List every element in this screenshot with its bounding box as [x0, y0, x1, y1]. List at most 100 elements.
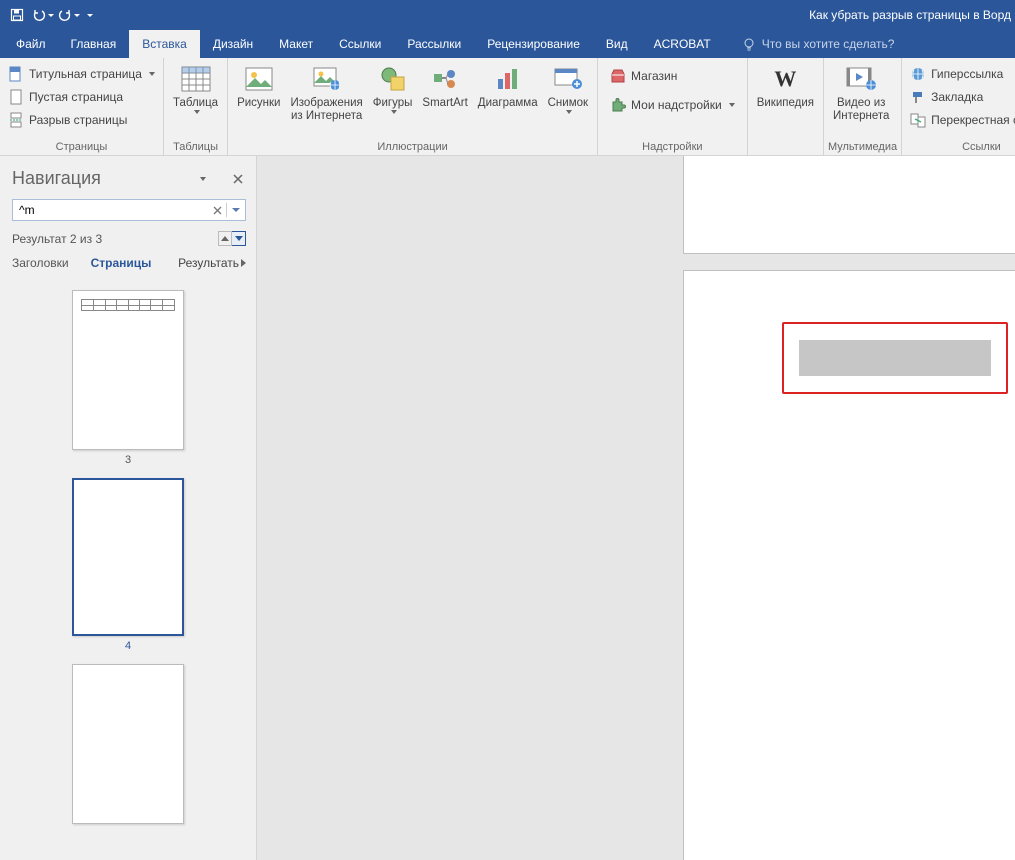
smartart-label: SmartArt — [422, 97, 467, 110]
thumbnail-table-preview — [81, 299, 175, 311]
bookmark-icon — [910, 89, 926, 105]
pane-menu-button[interactable] — [194, 171, 210, 187]
ribbon-group-wikipedia: W Википедия — [748, 58, 824, 155]
ribbon-group-tables: Таблица Таблицы — [164, 58, 228, 155]
page-break-label: Разрыв страницы — [29, 113, 127, 127]
page-thumbnail[interactable] — [72, 290, 184, 450]
navigation-title: Навигация — [12, 168, 190, 189]
document-area[interactable] — [257, 156, 1015, 860]
group-label-illustrations: Иллюстрации — [232, 140, 593, 155]
tab-layout[interactable]: Макет — [266, 30, 326, 58]
page-thumbnail[interactable] — [72, 478, 184, 636]
cross-reference-button[interactable]: Перекрестная ссылка — [906, 109, 1015, 130]
ribbon-tabs: Файл Главная Вставка Дизайн Макет Ссылки… — [0, 30, 1015, 58]
nav-tab-headings[interactable]: Заголовки — [12, 256, 69, 270]
tab-view[interactable]: Вид — [593, 30, 641, 58]
bookmark-button[interactable]: Закладка — [906, 86, 1015, 107]
thumbnail-page-number: 4 — [125, 640, 131, 652]
next-result-button[interactable] — [232, 231, 246, 246]
ribbon-group-addins: Магазин Мои надстройки Надстройки — [598, 58, 748, 155]
pictures-button[interactable]: Рисунки — [232, 61, 285, 110]
wikipedia-icon: W — [769, 63, 801, 95]
pictures-label: Рисунки — [237, 97, 280, 110]
page-thumbnail[interactable] — [72, 664, 184, 824]
smartart-icon — [429, 63, 461, 95]
redo-button[interactable] — [56, 3, 82, 27]
group-label-addins: Надстройки — [602, 140, 743, 155]
cover-page-button[interactable]: Титульная страница — [4, 63, 159, 84]
cross-reference-label: Перекрестная ссылка — [931, 113, 1015, 127]
save-button[interactable] — [4, 3, 30, 27]
triangle-right-icon — [241, 259, 246, 267]
group-label-tables: Таблицы — [168, 140, 223, 155]
ribbon: Титульная страница Пустая страница Разры… — [0, 58, 1015, 156]
workspace: Навигация Результат 2 из 3 — [0, 156, 1015, 860]
triangle-up-icon — [221, 236, 229, 241]
store-icon — [610, 68, 626, 84]
previous-page-edge — [683, 156, 1015, 254]
tab-review[interactable]: Рецензирование — [474, 30, 593, 58]
tab-design[interactable]: Дизайн — [200, 30, 266, 58]
title-bar: Как убрать разрыв страницы в Ворд — [0, 0, 1015, 30]
ribbon-group-media: Видео из Интернета Мультимедиа — [824, 58, 902, 155]
tab-mailings[interactable]: Рассылки — [394, 30, 474, 58]
nav-tab-results[interactable]: Результать — [178, 256, 246, 270]
highlight-callout — [782, 322, 1008, 394]
addins-icon — [610, 97, 626, 113]
my-addins-button[interactable]: Мои надстройки — [606, 94, 739, 115]
store-button[interactable]: Магазин — [606, 65, 739, 86]
blank-page-button[interactable]: Пустая страница — [4, 86, 159, 107]
group-label-links: Ссылки — [906, 140, 1015, 155]
tab-references[interactable]: Ссылки — [326, 30, 394, 58]
prev-result-button[interactable] — [218, 231, 232, 246]
dropdown-caret-icon — [194, 110, 200, 114]
lightbulb-icon — [742, 37, 756, 51]
search-clear-button[interactable] — [208, 200, 226, 220]
tab-acrobat[interactable]: ACROBAT — [641, 30, 724, 58]
pictures-icon — [243, 63, 275, 95]
shapes-label: Фигуры — [373, 97, 413, 110]
hyperlink-icon — [910, 66, 926, 82]
undo-button[interactable] — [30, 3, 56, 27]
page-break-button[interactable]: Разрыв страницы — [4, 109, 159, 130]
ribbon-group-links: Гиперссылка Закладка Перекрестная ссылка… — [902, 58, 1015, 155]
tell-me-search[interactable]: Что вы хотите сделать? — [742, 30, 895, 58]
pane-close-button[interactable] — [230, 171, 246, 187]
navigation-pane: Навигация Результат 2 из 3 — [0, 156, 257, 860]
tell-me-placeholder: Что вы хотите сделать? — [762, 37, 895, 51]
smartart-button[interactable]: SmartArt — [417, 61, 472, 110]
result-nav-buttons — [218, 231, 246, 246]
online-pictures-button[interactable]: Изображения из Интернета — [285, 61, 367, 123]
wikipedia-button[interactable]: W Википедия — [752, 61, 819, 110]
search-result-count: Результат 2 из 3 — [12, 232, 102, 246]
online-pictures-icon — [311, 63, 343, 95]
screenshot-icon — [552, 63, 584, 95]
dropdown-caret-icon — [566, 110, 572, 114]
qat-customize-button[interactable] — [82, 3, 96, 27]
dropdown-caret-icon — [149, 72, 155, 76]
screenshot-button[interactable]: Снимок — [543, 61, 593, 114]
chart-button[interactable]: Диаграмма — [473, 61, 543, 110]
ribbon-group-illustrations: Рисунки Изображения из Интернета Фигуры — [228, 58, 598, 155]
wikipedia-label: Википедия — [757, 97, 814, 110]
hyperlink-button[interactable]: Гиперссылка — [906, 63, 1015, 84]
tab-home[interactable]: Главная — [58, 30, 130, 58]
tab-insert[interactable]: Вставка — [129, 30, 200, 58]
quick-access-toolbar — [4, 3, 96, 27]
cross-reference-icon — [910, 112, 926, 128]
tab-file[interactable]: Файл — [4, 30, 58, 58]
nav-tab-pages[interactable]: Страницы — [91, 256, 152, 270]
search-options-button[interactable] — [227, 200, 245, 220]
chart-label: Диаграмма — [478, 97, 538, 110]
blank-page-icon — [8, 89, 24, 105]
ribbon-group-pages: Титульная страница Пустая страница Разры… — [0, 58, 164, 155]
bookmark-label: Закладка — [931, 90, 983, 104]
online-video-button[interactable]: Видео из Интернета — [828, 61, 894, 123]
store-label: Магазин — [631, 69, 677, 83]
document-title: Как убрать разрыв страницы в Ворд — [809, 8, 1011, 22]
page-break-icon — [8, 112, 24, 128]
table-button[interactable]: Таблица — [168, 61, 223, 114]
shapes-button[interactable]: Фигуры — [368, 61, 418, 114]
video-icon — [845, 63, 877, 95]
thumbnail-page-number: 3 — [125, 454, 131, 466]
